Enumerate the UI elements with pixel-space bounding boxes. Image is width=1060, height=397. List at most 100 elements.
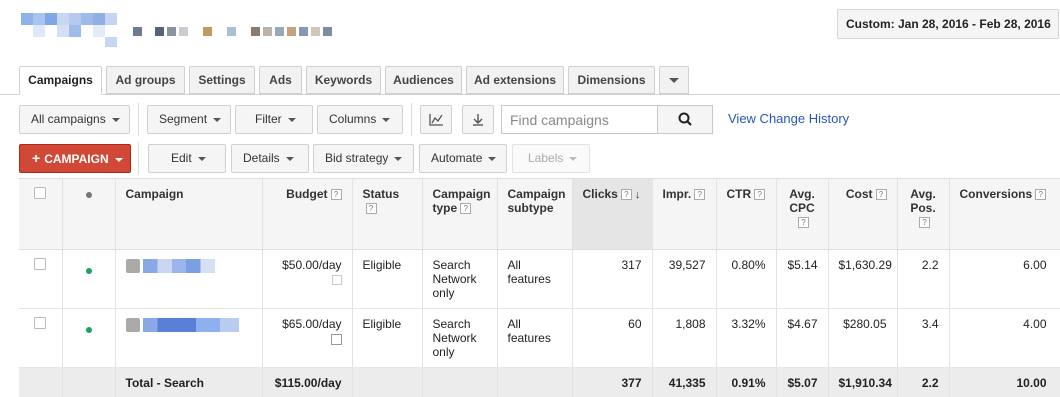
bid-strategy-dropdown[interactable]: Bid strategy <box>313 144 414 173</box>
columns-dropdown[interactable]: Columns <box>317 105 403 134</box>
select-all-checkbox[interactable] <box>34 187 47 199</box>
search-button[interactable] <box>657 105 713 134</box>
chevron-down-icon <box>111 117 120 122</box>
sort-descending-icon: ↓ <box>634 189 641 201</box>
add-campaign-button[interactable]: + CAMPAIGN <box>19 144 131 173</box>
cost-header[interactable]: Cost? <box>828 178 898 250</box>
total-conv: 10.00 <box>949 367 1060 397</box>
help-icon[interactable]: ? <box>460 203 472 215</box>
tab-more-dropdown[interactable] <box>659 66 689 94</box>
enabled-status-dot-icon <box>85 327 92 333</box>
table-row: $65.00/day Eligible Search Network only … <box>19 308 1060 368</box>
labels-label: Labels <box>528 151 564 165</box>
budget-header[interactable]: Budget? <box>262 178 353 250</box>
conversions-header[interactable]: Conversions? <box>949 178 1060 250</box>
details-label: Details <box>243 151 280 165</box>
total-empty-cell <box>497 367 573 397</box>
ctr-header[interactable]: CTR? <box>716 178 777 250</box>
chart-toggle-button[interactable] <box>420 105 452 134</box>
date-range-selector[interactable]: Custom: Jan 28, 2016 - Feb 28, 2016 <box>837 9 1059 39</box>
tab-ad-extensions[interactable]: Ad extensions <box>466 66 564 94</box>
status-dot-icon <box>85 192 92 198</box>
chevron-down-icon <box>197 156 206 161</box>
subtype-cell: All features <box>497 249 573 309</box>
tab-settings[interactable]: Settings <box>189 66 255 94</box>
help-icon[interactable]: ? <box>1035 189 1047 201</box>
budget-cell[interactable]: $50.00/day <box>262 249 353 309</box>
search-input[interactable] <box>501 105 658 134</box>
help-icon[interactable]: ? <box>875 189 887 201</box>
avg-cpc-header[interactable]: Avg. CPC? <box>776 178 829 250</box>
total-empty-cell <box>19 367 63 397</box>
help-icon[interactable]: ? <box>919 217 930 229</box>
ctr-cell: 3.32% <box>716 308 777 368</box>
trend-icon[interactable] <box>331 275 342 285</box>
chevron-down-icon <box>114 157 123 162</box>
pos-cell: 3.4 <box>897 308 950 368</box>
download-button[interactable] <box>462 105 494 134</box>
total-impr: 41,335 <box>652 367 717 397</box>
ctr-cell: 0.80% <box>716 249 777 309</box>
help-icon[interactable]: ? <box>620 189 632 201</box>
search-campaign-icon <box>125 317 140 332</box>
tab-campaigns[interactable]: Campaigns <box>19 66 102 95</box>
segment-dropdown[interactable]: Segment <box>147 105 231 134</box>
row-checkbox[interactable] <box>34 317 47 329</box>
help-icon[interactable]: ? <box>694 189 706 201</box>
campaign-subtype-header[interactable]: Campaign subtype <box>497 178 573 250</box>
campaign-name-cell[interactable] <box>115 249 263 309</box>
total-pos: 2.2 <box>897 367 950 397</box>
chevron-down-icon <box>569 156 578 161</box>
help-icon[interactable]: ? <box>365 203 377 215</box>
tab-ads[interactable]: Ads <box>259 66 302 94</box>
impr-cell: 39,527 <box>652 249 717 309</box>
filter-dropdown[interactable]: Filter <box>235 105 313 134</box>
campaign-name-blurred[interactable] <box>142 258 215 273</box>
edit-label: Edit <box>171 151 192 165</box>
clicks-header[interactable]: Clicks? ↓ <box>572 178 653 250</box>
view-change-history-link[interactable]: View Change History <box>728 111 849 126</box>
campaign-name-blurred[interactable] <box>142 317 239 332</box>
row-checkbox[interactable] <box>34 258 47 270</box>
all-campaigns-dropdown[interactable]: All campaigns <box>19 105 130 134</box>
row-select-cell <box>19 249 63 309</box>
cpc-cell: $4.67 <box>776 308 829 368</box>
campaign-type-header[interactable]: Campaign type? <box>422 178 498 250</box>
help-icon[interactable]: ? <box>798 217 809 229</box>
impr-header[interactable]: Impr.? <box>652 178 717 250</box>
labels-dropdown[interactable]: Labels <box>512 144 590 173</box>
toolbar-separator <box>411 103 412 136</box>
status-cell: Eligible <box>352 249 423 309</box>
budget-cell[interactable]: $65.00/day <box>262 308 353 368</box>
toolbar-separator <box>138 142 139 175</box>
edit-dropdown[interactable]: Edit <box>148 144 226 173</box>
ctr-header-label: CTR <box>726 187 752 201</box>
conv-cell: 4.00 <box>949 308 1060 368</box>
all-campaigns-label: All campaigns <box>31 112 106 126</box>
help-icon[interactable]: ? <box>330 189 342 201</box>
avg-pos-header-label: Avg. Pos. <box>910 187 936 215</box>
campaign-header[interactable]: Campaign <box>115 178 263 250</box>
campaigns-table: Campaign Budget? Status? Campaign type? … <box>19 178 1060 397</box>
budget-value: $65.00/day <box>282 317 342 331</box>
tab-keywords[interactable]: Keywords <box>306 66 381 94</box>
automate-dropdown[interactable]: Automate <box>419 144 507 173</box>
tab-ad-groups[interactable]: Ad groups <box>106 66 185 94</box>
help-icon[interactable]: ? <box>754 189 766 201</box>
details-dropdown[interactable]: Details <box>231 144 309 173</box>
cpc-cell: $5.14 <box>776 249 829 309</box>
campaign-name-cell[interactable] <box>115 308 263 368</box>
total-cpc: $5.07 <box>776 367 829 397</box>
tab-audiences[interactable]: Audiences <box>385 66 462 94</box>
avg-pos-header[interactable]: Avg. Pos.? <box>897 178 950 250</box>
status-header[interactable]: Status? <box>352 178 423 250</box>
total-clicks: 377 <box>572 367 653 397</box>
impr-header-label: Impr. <box>662 187 692 201</box>
status-dot-header <box>62 178 116 250</box>
total-empty-cell <box>422 367 498 397</box>
total-row: Total - Search $115.00/day 377 41,335 0.… <box>19 367 1060 397</box>
chevron-down-icon <box>394 156 403 161</box>
status-header-label: Status <box>362 187 400 201</box>
tab-dimensions[interactable]: Dimensions <box>568 66 655 94</box>
trend-chart-icon[interactable] <box>330 334 342 345</box>
